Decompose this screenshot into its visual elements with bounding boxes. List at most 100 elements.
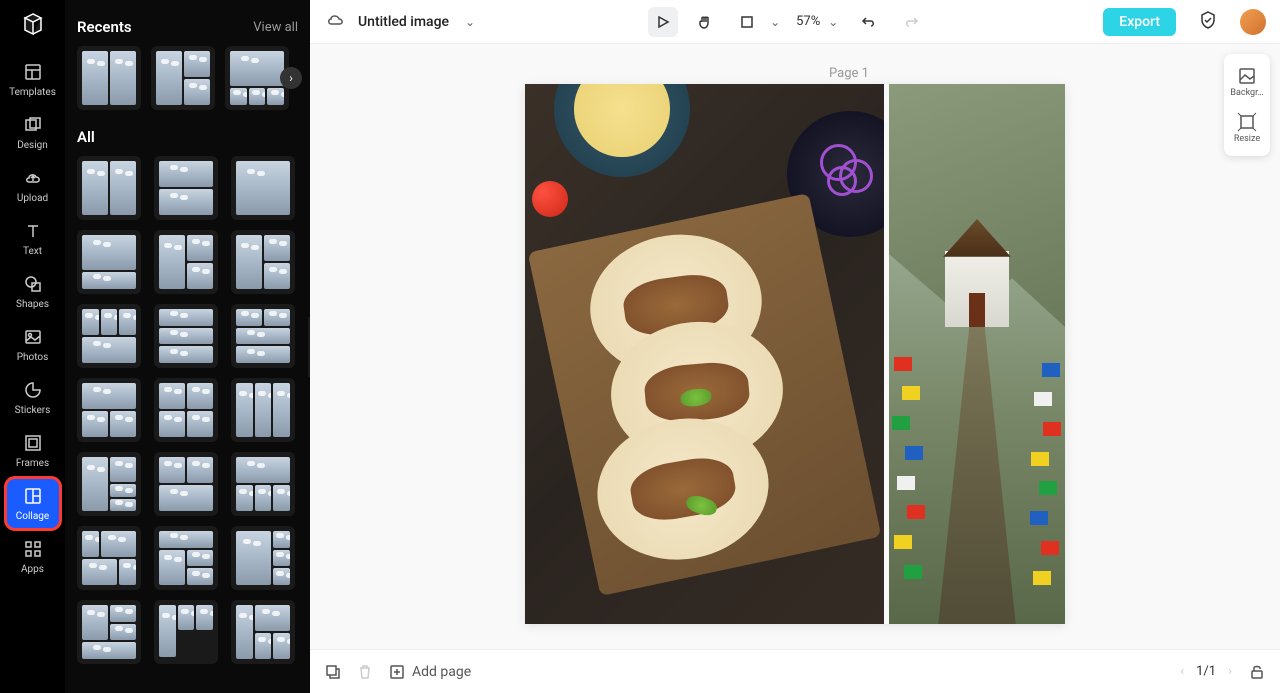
collapse-panel-button[interactable]: ‹ xyxy=(308,317,310,377)
nav-design[interactable]: Design xyxy=(5,106,61,159)
collage-thumb[interactable] xyxy=(231,230,295,294)
nav-label: Templates xyxy=(9,87,56,98)
add-page-label: Add page xyxy=(412,664,471,680)
crop-dropdown[interactable]: ⌄ xyxy=(766,15,784,29)
app-logo[interactable] xyxy=(19,10,47,38)
nav-templates[interactable]: Templates xyxy=(5,53,61,106)
collage-icon xyxy=(22,485,44,507)
collage-thumb[interactable] xyxy=(231,600,295,664)
nav-label: Shapes xyxy=(16,299,49,310)
recents-title: Recents xyxy=(77,18,132,36)
scroll-right-button[interactable]: › xyxy=(280,67,302,89)
collage-thumb[interactable] xyxy=(151,46,215,110)
collage-thumb[interactable] xyxy=(154,230,218,294)
tool-label: Backgr… xyxy=(1230,88,1263,98)
document-title[interactable]: Untitled image xyxy=(358,14,449,30)
prev-page-button[interactable]: ‹ xyxy=(1178,664,1186,679)
collage-thumb[interactable] xyxy=(77,526,141,590)
collage-cell-right[interactable] xyxy=(889,84,1065,624)
text-icon xyxy=(22,220,44,242)
collage-thumb[interactable] xyxy=(231,304,295,368)
templates-icon xyxy=(22,61,44,83)
nav-text[interactable]: Text xyxy=(5,212,61,265)
resize-icon xyxy=(1237,112,1257,132)
avatar[interactable] xyxy=(1240,9,1266,35)
collage-thumb[interactable] xyxy=(154,452,218,516)
canvas-page[interactable] xyxy=(525,84,1065,624)
collage-thumb[interactable] xyxy=(77,46,141,110)
nav-shapes[interactable]: Shapes xyxy=(5,265,61,318)
nav-apps[interactable]: Apps xyxy=(5,530,61,583)
collage-thumb[interactable] xyxy=(231,452,295,516)
background-tool[interactable]: Backgr… xyxy=(1226,60,1268,104)
lock-button[interactable] xyxy=(1248,663,1266,681)
right-tools: Backgr… Resize xyxy=(1224,54,1270,156)
nav-photos[interactable]: Photos xyxy=(5,318,61,371)
resize-tool[interactable]: Resize xyxy=(1226,106,1268,150)
zoom-dropdown[interactable]: ⌄ xyxy=(824,15,842,29)
undo-button[interactable] xyxy=(854,7,884,37)
collage-thumb[interactable] xyxy=(154,526,218,590)
nav-stickers[interactable]: Stickers xyxy=(5,371,61,424)
collage-thumb[interactable] xyxy=(77,156,141,220)
add-page-icon xyxy=(388,663,406,681)
collage-thumb[interactable] xyxy=(231,156,295,220)
export-button[interactable]: Export xyxy=(1103,8,1176,36)
tool-label: Resize xyxy=(1234,134,1260,144)
upload-icon xyxy=(22,167,44,189)
crop-button[interactable] xyxy=(732,7,762,37)
view-all-link[interactable]: View all xyxy=(253,20,298,35)
photos-icon xyxy=(22,326,44,348)
nav-label: Design xyxy=(17,140,48,151)
cloud-sync-icon[interactable] xyxy=(324,9,346,35)
apps-icon xyxy=(22,538,44,560)
stickers-icon xyxy=(22,379,44,401)
zoom-value[interactable]: 57% xyxy=(796,14,820,29)
collage-thumb[interactable] xyxy=(154,156,218,220)
next-page-button[interactable]: › xyxy=(1226,664,1234,679)
background-icon xyxy=(1237,66,1257,86)
delete-button[interactable] xyxy=(356,663,374,681)
collage-thumb[interactable] xyxy=(154,378,218,442)
collage-thumb[interactable] xyxy=(231,378,295,442)
collage-thumb[interactable] xyxy=(154,600,218,664)
collage-thumb[interactable] xyxy=(77,304,141,368)
collage-thumb[interactable] xyxy=(231,526,295,590)
collage-thumb[interactable] xyxy=(77,600,141,664)
nav-label: Apps xyxy=(21,564,44,575)
collage-panel: Recents View all › All ‹ xyxy=(65,0,310,693)
canvas-area[interactable]: Page 1 xyxy=(310,44,1280,649)
add-page-button[interactable]: Add page xyxy=(388,663,471,681)
nav-upload[interactable]: Upload xyxy=(5,159,61,212)
collage-thumb[interactable] xyxy=(77,378,141,442)
collage-cell-left[interactable] xyxy=(525,84,884,624)
nav-frames[interactable]: Frames xyxy=(5,424,61,477)
main-area: Untitled image ⌄ ⌄ 57% ⌄ Export Page 1 xyxy=(310,0,1280,693)
redo-button[interactable] xyxy=(896,7,926,37)
play-button[interactable] xyxy=(648,7,678,37)
topbar: Untitled image ⌄ ⌄ 57% ⌄ Export xyxy=(310,0,1280,44)
page-indicator: 1/1 xyxy=(1196,664,1216,679)
design-icon xyxy=(22,114,44,136)
collage-thumb[interactable] xyxy=(154,304,218,368)
shapes-icon xyxy=(22,273,44,295)
title-dropdown[interactable]: ⌄ xyxy=(461,15,479,29)
bottombar: Add page ‹ 1/1 › xyxy=(310,649,1280,693)
collage-thumb[interactable] xyxy=(77,452,141,516)
layers-button[interactable] xyxy=(324,663,342,681)
left-nav: Templates Design Upload Text Shapes Phot… xyxy=(0,0,65,693)
all-title: All xyxy=(77,128,95,146)
nav-collage[interactable]: Collage xyxy=(5,477,61,530)
frames-icon xyxy=(22,432,44,454)
nav-label: Collage xyxy=(16,511,49,522)
nav-label: Text xyxy=(23,246,42,257)
all-grid xyxy=(77,156,298,664)
nav-label: Stickers xyxy=(15,405,51,416)
collage-thumb[interactable] xyxy=(77,230,141,294)
nav-label: Frames xyxy=(16,458,49,469)
recents-row: › xyxy=(77,46,298,110)
shield-icon[interactable] xyxy=(1198,10,1218,34)
page-label: Page 1 xyxy=(829,66,869,81)
nav-label: Upload xyxy=(17,193,48,204)
hand-tool-button[interactable] xyxy=(690,7,720,37)
